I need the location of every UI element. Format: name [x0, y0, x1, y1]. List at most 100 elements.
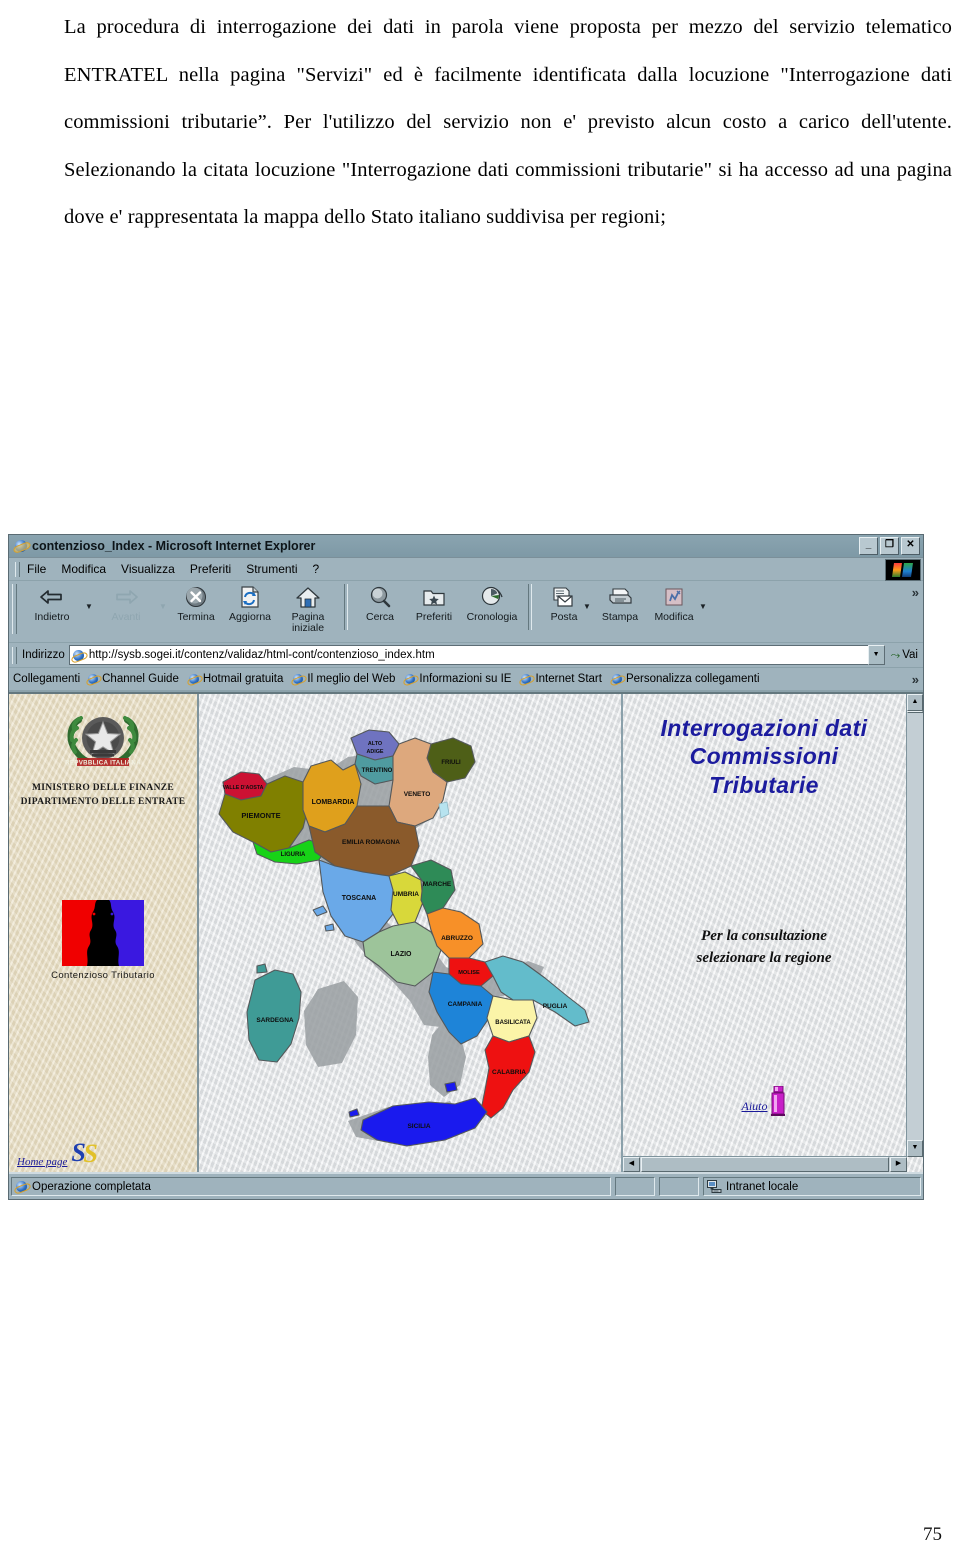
link-label: Channel Guide	[102, 673, 179, 685]
forward-button[interactable]: Avanti	[95, 584, 157, 623]
address-drag-grip[interactable]	[12, 646, 17, 664]
region-label-toscana: TOSCANA	[342, 895, 376, 902]
vendor-logo-icon: S S	[71, 1138, 113, 1168]
instruction-line-2: selezionare la regione	[696, 949, 832, 966]
address-input[interactable]: http://sysb.sogei.it/contenz/validaz/htm…	[68, 645, 868, 665]
forward-dropdown-icon[interactable]: ▼	[157, 602, 169, 611]
menu-item-modifica[interactable]: Modifica	[61, 562, 106, 576]
italy-map-pane: VALLE D'AOSTA PIEMONTE LIGURIA LOMBARDIA…	[199, 694, 621, 1172]
link-label: Personalizza collegamenti	[625, 673, 760, 685]
italy-map-svg: VALLE D'AOSTA PIEMONTE LIGURIA LOMBARDIA…	[218, 729, 590, 1147]
print-button-label: Stampa	[601, 611, 639, 623]
menu-drag-grip[interactable]	[15, 561, 20, 577]
menu-item-help[interactable]: ?	[313, 562, 320, 576]
region-label-basilicata: BASILICATA	[495, 1020, 531, 1026]
mail-dropdown-icon[interactable]: ▼	[581, 602, 593, 611]
region-label-umbria: UMBRIA	[393, 891, 419, 898]
home-button[interactable]: Pagina iniziale	[277, 584, 339, 633]
refresh-button[interactable]: Aggiorna	[223, 584, 277, 623]
region-umbria[interactable]	[388, 871, 424, 927]
region-label-trentino: TRENTINO	[362, 768, 393, 774]
republic-emblem-icon: REPVBBLICA ITALIANA	[63, 710, 143, 772]
links-overflow-icon[interactable]: »	[912, 672, 919, 687]
toolbar-drag-grip[interactable]	[12, 584, 17, 634]
security-zone-pane[interactable]: Intranet locale	[703, 1177, 921, 1196]
scroll-right-button[interactable]: ▶	[890, 1157, 907, 1172]
vendor-mark-shadow: S	[83, 1139, 98, 1168]
menu-bar: File Modifica Visualizza Preferiti Strum…	[9, 558, 923, 581]
favorites-button[interactable]: Preferiti	[407, 584, 461, 623]
window-controls: _ ❐ ✕	[859, 537, 920, 555]
edit-button[interactable]: Modifica	[647, 584, 701, 623]
link-internet-start[interactable]: Internet Start	[520, 673, 602, 685]
region-basilicata[interactable]	[486, 995, 538, 1043]
back-dropdown-icon[interactable]: ▼	[83, 602, 95, 611]
document-body: La procedura di interrogazione dei dati …	[8, 4, 952, 242]
link-hotmail-gratuita[interactable]: Hotmail gratuita	[188, 673, 284, 685]
ministry-caption: MINISTERO DELLE FINANZE DIPARTIMENTO DEL…	[9, 782, 197, 810]
home-page-link[interactable]: Home page	[17, 1156, 67, 1168]
toolbar-overflow-icon[interactable]: »	[912, 585, 919, 600]
menu-item-strumenti[interactable]: Strumenti	[246, 562, 297, 576]
status-page-icon	[15, 1180, 28, 1193]
stop-button[interactable]: Termina	[169, 584, 223, 623]
region-sardegna[interactable]	[246, 969, 302, 1063]
address-bar: Indirizzo http://sysb.sogei.it/contenz/v…	[9, 643, 923, 668]
links-label: Collegamenti	[13, 673, 81, 685]
back-button[interactable]: Indietro	[21, 584, 83, 623]
edit-dropdown-icon[interactable]: ▼	[697, 602, 709, 611]
contenzioso-logo[interactable]	[62, 900, 144, 966]
page-number: 75	[923, 1524, 942, 1545]
edit-page-icon	[663, 584, 685, 610]
address-value: http://sysb.sogei.it/contenz/validaz/htm…	[88, 649, 435, 661]
scroll-down-button[interactable]: ▼	[907, 1140, 923, 1157]
status-message: Operazione completata	[32, 1180, 151, 1193]
region-sicilia[interactable]	[360, 1097, 488, 1147]
menu-item-preferiti[interactable]: Preferiti	[190, 562, 231, 576]
scroll-up-button[interactable]: ▲	[907, 694, 923, 711]
ministry-line-2: DIPARTIMENTO DELLE ENTRATE	[20, 796, 186, 807]
link-label: Hotmail gratuita	[202, 673, 284, 685]
address-dropdown-icon[interactable]: ▼	[867, 645, 885, 665]
region-label-sicilia: SICILIA	[407, 1123, 430, 1130]
link-il-meglio-del-web[interactable]: Il meglio del Web	[292, 673, 395, 685]
link-page-icon	[87, 673, 99, 685]
link-label: Informazioni su IE	[419, 673, 512, 685]
scroll-left-button[interactable]: ◀	[623, 1157, 640, 1172]
history-button[interactable]: Cronologia	[461, 584, 523, 623]
home-icon	[295, 584, 321, 610]
document-paragraph: La procedura di interrogazione dei dati …	[64, 16, 952, 229]
content-horizontal-scrollbar[interactable]: ◀ ▶	[623, 1156, 907, 1172]
security-zone-label: Intranet locale	[726, 1180, 799, 1193]
print-button[interactable]: Stampa	[593, 584, 647, 623]
minimize-button[interactable]: _	[859, 537, 878, 555]
history-button-label: Cronologia	[466, 611, 518, 623]
help-link[interactable]: Aiuto	[742, 1099, 768, 1114]
close-button[interactable]: ✕	[901, 537, 920, 555]
go-button[interactable]: ⤳ Vai	[891, 648, 918, 663]
menu-item-visualizza[interactable]: Visualizza	[121, 562, 175, 576]
link-label: Internet Start	[535, 673, 602, 685]
hscroll-thumb[interactable]	[641, 1157, 889, 1172]
window-title-bar: contenzioso_Index - Microsoft Internet E…	[9, 535, 923, 558]
restore-button[interactable]: ❐	[880, 537, 899, 555]
link-page-icon	[188, 673, 200, 685]
back-arrow-icon	[39, 584, 65, 610]
region-label-abruzzo: ABRUZZO	[441, 935, 473, 942]
link-personalizza-collegamenti[interactable]: Personalizza collegamenti	[611, 673, 760, 685]
mail-button-label: Posta	[550, 611, 578, 623]
menu-item-file[interactable]: File	[27, 562, 46, 576]
region-label-lazio: LAZIO	[391, 951, 413, 958]
link-channel-guide[interactable]: Channel Guide	[87, 673, 179, 685]
refresh-icon	[239, 584, 261, 610]
help-row: Aiuto	[623, 1085, 905, 1116]
content-vertical-scrollbar[interactable]: ▲ ▼	[906, 694, 923, 1157]
info-i-icon[interactable]	[769, 1085, 787, 1116]
region-calabria[interactable]	[480, 1035, 536, 1119]
isola-elba	[312, 905, 328, 917]
ie-document-icon	[14, 539, 28, 553]
region-label-sardegna: SARDEGNA	[256, 1017, 294, 1024]
region-label-veneto: VENETO	[404, 791, 431, 798]
link-informazioni-su-ie[interactable]: Informazioni su IE	[404, 673, 511, 685]
search-button[interactable]: Cerca	[353, 584, 407, 623]
